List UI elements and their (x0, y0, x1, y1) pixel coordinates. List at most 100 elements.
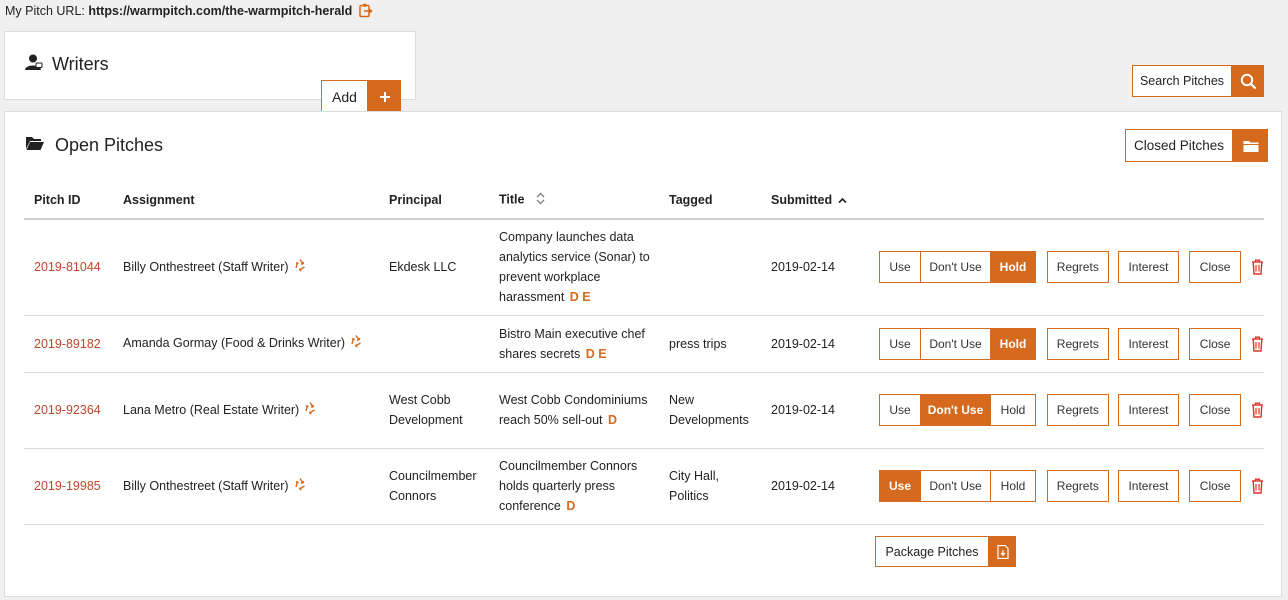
folder-icon[interactable] (1233, 129, 1268, 162)
actions-cell: Use Don't Use Hold Regrets Interest Close (856, 372, 1264, 449)
hold-button[interactable]: Hold (990, 470, 1036, 502)
decision-button-group: Use Don't Use Hold (879, 327, 1036, 360)
use-button[interactable]: Use (879, 327, 921, 360)
search-pitches-button[interactable]: Search Pitches (1132, 65, 1232, 97)
col-header-actions (856, 181, 1264, 220)
pitch-flags-links[interactable]: D E (570, 290, 591, 304)
title-cell: Councilmember Connors holds quarterly pr… (489, 448, 659, 525)
search-icon[interactable] (1232, 65, 1264, 97)
pitch-id-link[interactable]: 2019-89182 (34, 337, 101, 351)
dont-use-button[interactable]: Don't Use (920, 251, 991, 284)
reassign-recycle-icon[interactable] (303, 401, 317, 419)
sort-ascending-icon[interactable] (838, 196, 847, 207)
pitch-actions: Use Don't Use Hold Regrets Interest Close (879, 394, 1264, 426)
package-pitches-button[interactable]: Package Pitches (875, 536, 989, 567)
decision-button-group: Use Don't Use Hold (879, 251, 1036, 284)
regrets-button[interactable]: Regrets (1047, 327, 1109, 360)
pitch-id-cell: 2019-81044 (24, 219, 113, 316)
principal-cell: West Cobb Development (379, 372, 489, 449)
trash-icon[interactable] (1251, 336, 1264, 352)
copy-icon[interactable] (359, 3, 373, 21)
regrets-button[interactable]: Regrets (1047, 470, 1109, 502)
col-header-assignment[interactable]: Assignment (113, 181, 379, 220)
col-header-submitted[interactable]: Submitted (761, 181, 856, 220)
submitted-cell: 2019-02-14 (761, 372, 856, 449)
dont-use-button[interactable]: Don't Use (920, 470, 991, 502)
tagged-cell: City Hall, Politics (659, 448, 761, 525)
add-writer-button-group: Add (321, 80, 401, 113)
col-header-principal[interactable]: Principal (379, 181, 489, 220)
principal-text: Councilmember Connors (389, 469, 477, 503)
trash-icon[interactable] (1251, 402, 1264, 418)
use-button[interactable]: Use (879, 470, 921, 502)
pitch-id-cell: 2019-19985 (24, 448, 113, 525)
interest-button[interactable]: Interest (1117, 470, 1180, 502)
pitch-flags-links[interactable]: D E (586, 347, 607, 361)
trash-icon[interactable] (1251, 478, 1264, 494)
col-header-pitch-id[interactable]: Pitch ID (24, 181, 113, 220)
hold-button[interactable]: Hold (990, 394, 1036, 426)
title-cell: Bistro Main executive chef shares secret… (489, 315, 659, 373)
tagged-cell: New Developments (659, 372, 761, 449)
submitted-cell: 2019-02-14 (761, 315, 856, 373)
pitch-title-text: Bistro Main executive chef shares secret… (499, 326, 645, 361)
table-row: 2019-89182 Amanda Gormay (Food & Drinks W… (24, 315, 1264, 373)
regrets-button[interactable]: Regrets (1047, 394, 1109, 426)
close-button[interactable]: Close (1189, 327, 1241, 360)
interest-button[interactable]: Interest (1117, 327, 1180, 360)
pitch-id-link[interactable]: 2019-92364 (34, 403, 101, 417)
submitted-date: 2019-02-14 (771, 403, 835, 417)
use-button[interactable]: Use (879, 251, 921, 284)
submitted-cell: 2019-02-14 (761, 448, 856, 525)
actions-cell: Use Don't Use Hold Regrets Interest Close (856, 448, 1264, 525)
interest-button[interactable]: Interest (1117, 394, 1180, 426)
table-row: 2019-81044 Billy Onthestreet (Staff Write… (24, 219, 1264, 316)
principal-cell: Councilmember Connors (379, 448, 489, 525)
actions-cell: Use Don't Use Hold Regrets Interest Close (856, 219, 1264, 316)
regrets-button[interactable]: Regrets (1047, 251, 1109, 284)
pitch-url-link[interactable]: https://warmpitch.com/the-warmpitch-hera… (88, 4, 352, 18)
close-button[interactable]: Close (1189, 470, 1241, 502)
plus-icon[interactable] (368, 80, 401, 113)
reassign-recycle-icon[interactable] (293, 477, 307, 495)
principal-text: Ekdesk LLC (389, 260, 457, 275)
table-row: 2019-19985 Billy Onthestreet (Staff Write… (24, 448, 1264, 525)
closed-pitches-button[interactable]: Closed Pitches (1125, 129, 1233, 162)
col-header-title[interactable]: Title (489, 181, 659, 220)
assignment-cell: Billy Onthestreet (Staff Writer) (113, 219, 379, 316)
tagged-cell (659, 219, 761, 316)
reassign-recycle-icon[interactable] (349, 335, 363, 352)
open-pitches-table: Pitch ID Assignment Principal Title Tagg… (24, 181, 1264, 525)
hold-button[interactable]: Hold (990, 327, 1036, 360)
interest-button[interactable]: Interest (1117, 251, 1180, 284)
trash-icon[interactable] (1251, 259, 1264, 275)
pitch-actions: Use Don't Use Hold Regrets Interest Close (879, 327, 1264, 360)
dont-use-button[interactable]: Don't Use (920, 327, 991, 360)
pitch-flags-links[interactable]: D (608, 413, 617, 427)
pitch-id-cell: 2019-89182 (24, 315, 113, 373)
dont-use-button[interactable]: Don't Use (920, 394, 991, 426)
writers-card: Writers Add (4, 31, 416, 113)
col-header-tagged[interactable]: Tagged (659, 181, 761, 220)
actions-cell: Use Don't Use Hold Regrets Interest Close (856, 315, 1264, 373)
pitch-actions: Use Don't Use Hold Regrets Interest Close (879, 251, 1264, 284)
close-button[interactable]: Close (1189, 394, 1241, 426)
sort-both-icon[interactable] (536, 191, 546, 208)
hold-button[interactable]: Hold (990, 251, 1036, 284)
add-writer-button[interactable]: Add (321, 80, 368, 113)
pitch-id-link[interactable]: 2019-81044 (34, 260, 101, 274)
assignment-text: Billy Onthestreet (Staff Writer) (123, 259, 289, 274)
principal-text: West Cobb Development (389, 393, 463, 427)
pitch-flags-links[interactable]: D (566, 499, 575, 513)
use-button[interactable]: Use (879, 394, 921, 426)
decision-button-group: Use Don't Use Hold (879, 470, 1036, 502)
file-download-icon[interactable] (989, 536, 1016, 567)
close-button[interactable]: Close (1189, 251, 1241, 284)
assignment-cell: Billy Onthestreet (Staff Writer) (113, 448, 379, 525)
pitch-id-link[interactable]: 2019-19985 (34, 479, 101, 493)
submitted-date: 2019-02-14 (771, 479, 835, 493)
submitted-date: 2019-02-14 (771, 260, 835, 275)
reassign-recycle-icon[interactable] (293, 258, 307, 276)
package-pitches-button-group: Package Pitches (875, 536, 1016, 567)
search-pitches-button-group: Search Pitches (1132, 65, 1264, 97)
